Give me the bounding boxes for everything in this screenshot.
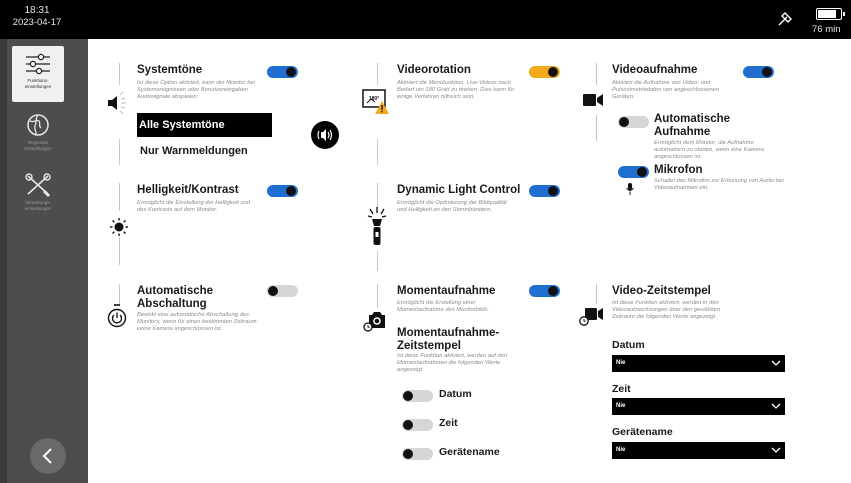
video-zeitstempel-title: Video-Zeitstempel <box>612 285 711 297</box>
service-tool-icon <box>778 12 792 26</box>
video-geraetename-label: Gerätename <box>612 426 673 438</box>
sidebar-item-funktionseinstellungen[interactable]: Funktions- einstellungen <box>12 46 64 102</box>
time-text: 18:31 <box>24 5 50 16</box>
video-zeit-select[interactable]: Nie <box>612 398 785 415</box>
divider <box>377 63 378 85</box>
divider <box>377 284 378 308</box>
option-alle-systemtoene[interactable]: Alle Systemtöne <box>137 113 272 137</box>
abschaltung-toggle[interactable] <box>267 285 298 297</box>
moment-zeitstempel-title: Momentaufnahme-Zeitstempel <box>397 327 500 352</box>
videoaufnahme-title: Videoaufnahme <box>612 64 698 76</box>
helligkeit-toggle[interactable] <box>267 185 298 197</box>
sidebar-item-label: Verwaltungs- einstellungen <box>24 200 52 211</box>
divider <box>377 139 378 165</box>
momentaufnahme-toggle[interactable] <box>529 285 560 297</box>
divider <box>119 237 120 265</box>
divider <box>596 284 597 304</box>
helligkeit-title: Helligkeit/Kontrast <box>137 184 239 196</box>
helligkeit-desc: Ermöglicht die Einstellung der Helligkei… <box>137 200 251 213</box>
divider <box>119 63 120 85</box>
brightness-icon <box>110 218 128 236</box>
auto-aufnahme-toggle[interactable] <box>618 116 649 128</box>
auto-aufnahme-desc: Ermöglicht dem Monitor, die Aufnahme aut… <box>654 140 764 160</box>
moment-datum-toggle[interactable] <box>402 390 433 402</box>
option-nur-warnmeldungen[interactable]: Nur Warnmeldungen <box>140 145 248 157</box>
chevron-down-icon <box>771 447 781 453</box>
divider <box>596 63 597 85</box>
divider <box>119 139 120 165</box>
sound-test-button[interactable] <box>311 121 339 149</box>
auto-aufnahme-title: Automatische Aufnahme <box>654 113 731 138</box>
laryngoscope-light-icon <box>367 207 387 245</box>
back-button[interactable] <box>30 438 66 474</box>
videorotation-toggle[interactable] <box>529 66 560 78</box>
systemtoene-title: Systemtöne <box>137 64 203 76</box>
moment-geraetename-toggle[interactable] <box>402 448 433 460</box>
sidebar-item-verwaltungseinstellungen[interactable]: Verwaltungs- einstellungen <box>12 166 64 222</box>
video-geraetename-value: Nie <box>616 447 626 453</box>
chevron-down-icon <box>771 360 781 366</box>
globe-icon <box>27 114 49 136</box>
systemtoene-toggle[interactable] <box>267 66 298 78</box>
video-zeitstempel-desc: Ist diese Funktion aktiviert, werden in … <box>612 300 721 320</box>
video-rotation-warning-icon: 180° <box>362 89 389 114</box>
snapshot-camera-icon <box>363 312 385 332</box>
videorotation-desc: Aktiviert die Menüfunktion, Live-Videos … <box>397 80 515 100</box>
chevron-down-icon <box>771 403 781 409</box>
systemtoene-desc: Ist diese Option aktiviert, kann der Mon… <box>137 80 255 100</box>
dlc-title: Dynamic Light Control <box>397 184 521 196</box>
video-datum-select[interactable]: Nie <box>612 355 785 372</box>
speaker-icon <box>108 91 126 115</box>
video-timestamp-icon <box>579 308 603 326</box>
dlc-desc: Ermöglicht die Optimierung der Bildquali… <box>397 200 507 213</box>
battery-icon <box>816 8 845 20</box>
settings-panel: Systemtöne Ist diese Option aktiviert, k… <box>88 39 851 483</box>
abschaltung-title: Automatische Abschaltung <box>137 285 214 310</box>
mikrofon-title: Mikrofon <box>654 164 703 176</box>
moment-geraetename-label: Gerätename <box>439 446 500 458</box>
videoaufnahme-desc: Aktiviert die Aufnahme von Video- und Pu… <box>612 80 719 100</box>
clock: 18:31 2023-04-17 <box>8 5 66 29</box>
videoaufnahme-toggle[interactable] <box>743 66 774 78</box>
video-datum-value: Nie <box>616 360 626 366</box>
mikrofon-toggle[interactable] <box>618 166 649 178</box>
abschaltung-desc: Bewirkt eine automatische Abschaltung de… <box>137 312 257 332</box>
momentaufnahme-title: Momentaufnahme <box>397 285 496 297</box>
video-camera-icon <box>583 94 603 106</box>
video-zeit-value: Nie <box>616 403 626 409</box>
moment-zeit-toggle[interactable] <box>402 419 433 431</box>
video-geraetename-select[interactable]: Nie <box>612 442 785 459</box>
sidebar-item-label: Regionale Einstellungen <box>24 140 52 151</box>
tools-icon <box>25 173 51 198</box>
divider <box>596 115 597 141</box>
sidebar-edge <box>0 39 7 483</box>
video-zeit-label: Zeit <box>612 383 631 395</box>
videorotation-title: Videorotation <box>397 64 471 76</box>
battery-text: 76 min <box>812 24 841 35</box>
status-bar: 18:31 2023-04-17 76 min <box>0 0 851 39</box>
sliders-icon <box>26 53 50 75</box>
date-text: 2023-04-17 <box>12 17 62 28</box>
mikrofon-desc: Schaltet das Mikrofon zur Erfassung von … <box>654 178 784 191</box>
divider <box>377 251 378 271</box>
moment-zeitstempel-desc: Ist diese Funktion aktiviert, werden auf… <box>397 353 508 373</box>
sound-wave-icon <box>317 129 333 141</box>
auto-off-timer-icon <box>107 304 127 328</box>
microphone-icon <box>626 183 634 195</box>
momentaufnahme-desc: Ermöglicht die Erstellung einer Momentau… <box>397 300 490 313</box>
moment-zeit-label: Zeit <box>439 417 458 429</box>
sidebar-item-label: Funktions- einstellungen <box>24 78 52 89</box>
video-datum-label: Datum <box>612 339 645 351</box>
divider <box>119 284 120 304</box>
moment-datum-label: Datum <box>439 388 472 400</box>
divider <box>119 183 120 211</box>
sidebar-item-regionale-einstellungen[interactable]: Regionale Einstellungen <box>12 106 64 162</box>
chevron-left-icon <box>42 448 52 464</box>
dlc-toggle[interactable] <box>529 185 560 197</box>
